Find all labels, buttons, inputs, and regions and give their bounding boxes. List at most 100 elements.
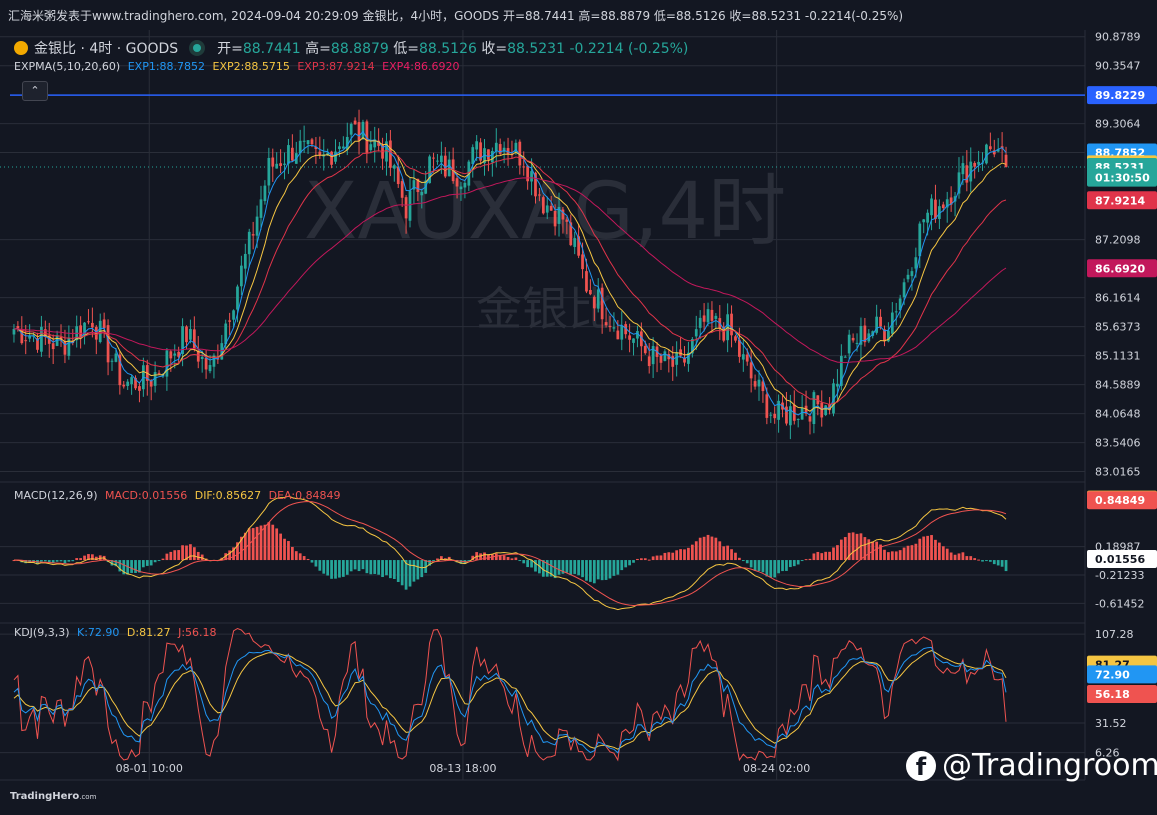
- kdj-label[interactable]: KDJ(9,3,3): [14, 626, 70, 639]
- candle-body: [204, 357, 208, 370]
- macd-label[interactable]: MACD(12,26,9): [14, 489, 98, 502]
- candle-body: [114, 353, 118, 362]
- macd-histogram-bar: [592, 560, 596, 584]
- price-axis: 90.878990.354789.306488.785287.209886.16…: [116, 30, 1157, 780]
- expma-label[interactable]: EXPMA(5,10,20,60): [14, 60, 120, 73]
- macd-histogram-bar: [189, 544, 192, 561]
- macd-histogram-bar: [875, 541, 879, 561]
- candle-body: [914, 257, 918, 269]
- macd-histogram-bar: [922, 536, 926, 561]
- macd-histogram-bar: [824, 551, 828, 561]
- candle-body: [349, 123, 353, 135]
- macd-histogram-bar: [502, 555, 506, 561]
- macd-histogram-bar: [945, 548, 949, 561]
- candle-body: [855, 342, 859, 344]
- macd-histogram-bar: [796, 560, 800, 565]
- macd-histogram-bar: [926, 535, 929, 561]
- macd-histogram-bar: [816, 551, 820, 561]
- candle-body: [232, 310, 235, 320]
- symbol-icon: [14, 41, 28, 55]
- macd-histogram-bar: [43, 560, 47, 562]
- collapse-legend-button[interactable]: ⌃: [22, 81, 48, 101]
- price-tag: 89.8229: [1095, 89, 1145, 102]
- macd-histogram-bar: [396, 560, 400, 582]
- kdj-pane: [13, 627, 1007, 762]
- macd-histogram-bar: [612, 560, 616, 576]
- macd-histogram-bar: [839, 539, 843, 561]
- candle-body: [408, 190, 412, 221]
- low-label: 低=: [393, 41, 419, 57]
- macd-histogram-bar: [957, 553, 961, 561]
- candle-body: [961, 163, 965, 175]
- candle-body: [808, 416, 812, 422]
- macd-histogram-bar: [820, 553, 824, 561]
- candle-body: [338, 146, 341, 150]
- macd-histogram-bar: [130, 560, 133, 573]
- macd-histogram-bar: [181, 545, 184, 561]
- macd-histogram-bar: [267, 522, 271, 561]
- macd-histogram-bar: [643, 558, 647, 561]
- macd-histogram-bar: [577, 560, 580, 576]
- macd-histogram-bar: [173, 550, 177, 561]
- macd-histogram-bar: [569, 560, 573, 575]
- candle-body: [236, 286, 239, 310]
- macd-histogram-bar: [930, 535, 933, 561]
- candle-body: [208, 365, 212, 372]
- candle-body: [400, 181, 404, 198]
- candle-body: [741, 354, 745, 360]
- macd-histogram-bar: [706, 534, 710, 561]
- macd-histogram-bar: [628, 560, 631, 566]
- macd-histogram-bar: [400, 560, 404, 586]
- macd-histogram-bar: [534, 560, 537, 572]
- social-handle: @Tradingroom: [942, 748, 1157, 783]
- candle-body: [318, 151, 322, 156]
- candle-body: [353, 120, 357, 125]
- price-tick-label: 83.5406: [1095, 437, 1141, 450]
- macd-histogram-bar: [675, 550, 679, 561]
- chart-svg[interactable]: XAUXAG,4时 金银比 90.878990.354789.306488.78…: [0, 0, 1157, 815]
- price-tick-label: 84.5889: [1095, 379, 1141, 392]
- candle-body: [283, 163, 286, 165]
- price-tick-label: 90.3547: [1095, 60, 1141, 73]
- candle-body: [420, 191, 424, 196]
- macd-histogram-bar: [832, 547, 835, 561]
- price-tag: 01:30:50: [1095, 172, 1150, 185]
- macd-histogram-bar: [149, 560, 153, 566]
- macd-histogram-bar: [753, 560, 757, 571]
- candle-body: [459, 186, 463, 190]
- macd-histogram-bar: [345, 560, 349, 575]
- candle-body: [706, 309, 710, 323]
- candle-body: [824, 405, 828, 416]
- candle-body: [796, 418, 800, 420]
- candle-body: [436, 160, 439, 162]
- macd-histogram-bar: [196, 551, 200, 561]
- macd-histogram-bar: [616, 560, 620, 575]
- symbol-title[interactable]: 金银比 · 4时 · GOODS: [34, 41, 178, 57]
- macd-histogram-bar: [557, 560, 561, 575]
- macd-histogram-bar: [341, 560, 345, 577]
- candle-body: [228, 320, 232, 322]
- macd-histogram-bar: [934, 539, 937, 561]
- macd-histogram-bar: [651, 556, 655, 561]
- macd-histogram-bar: [302, 556, 306, 561]
- macd-histogram-bar: [416, 560, 420, 580]
- open-label: 开=: [217, 41, 243, 57]
- macd-histogram-bar: [902, 547, 906, 561]
- macd-histogram-bar: [436, 558, 439, 561]
- macd-histogram-bar: [169, 551, 173, 561]
- candle-body: [769, 414, 773, 416]
- macd-histogram-bar: [788, 560, 792, 568]
- macd-histogram-bar: [914, 543, 918, 561]
- candle-body: [334, 151, 337, 162]
- candle-body: [130, 377, 133, 385]
- time-tick-label: 08-01 10:00: [116, 762, 183, 775]
- candle-body: [302, 140, 306, 142]
- macd-histogram-bar: [851, 532, 855, 561]
- macd-tick-label: -0.21233: [1095, 569, 1144, 582]
- candle-body: [930, 198, 933, 216]
- macd-histogram-bar: [381, 560, 384, 578]
- candle-body: [24, 340, 28, 342]
- price-tick-label: 84.0648: [1095, 408, 1141, 421]
- candle-body: [851, 337, 855, 341]
- macd-histogram-bar: [357, 560, 361, 572]
